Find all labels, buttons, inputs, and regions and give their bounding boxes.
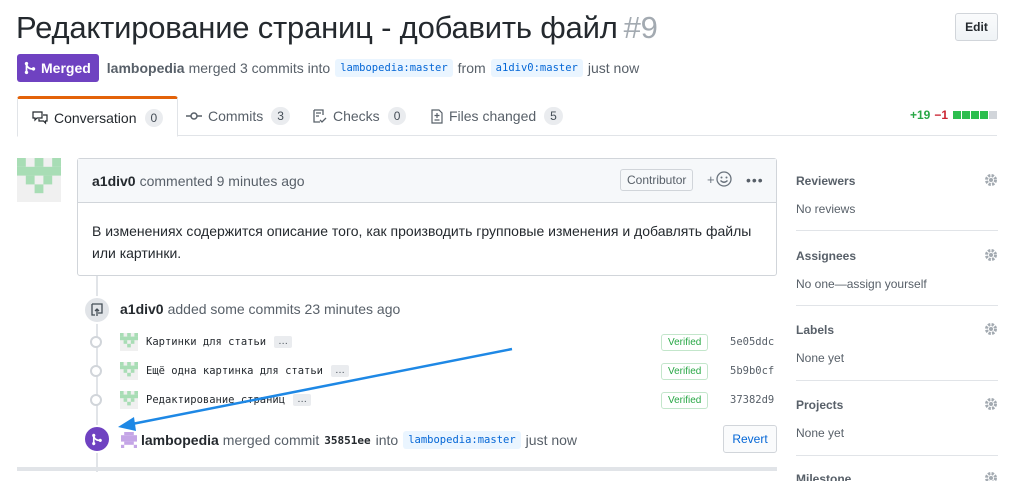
sidebar-value[interactable]: No one—assign yourself	[796, 277, 998, 291]
gear-icon[interactable]	[984, 248, 998, 262]
sidebar-value: None yet	[796, 426, 845, 440]
gear-icon[interactable]	[984, 471, 998, 481]
sidebar-heading[interactable]: Reviewers	[796, 174, 998, 188]
sidebar-milestone: Milestone	[796, 472, 998, 481]
sidebar-heading[interactable]: Milestone	[796, 472, 998, 481]
sidebar-divider	[796, 380, 998, 381]
sidebar-assignees: Assignees No one—assign yourself	[796, 249, 998, 291]
sidebar-projects: Projects None yet	[796, 398, 998, 440]
sidebar-divider	[796, 230, 998, 231]
sidebar-reviewers: Reviewers No reviews	[796, 174, 998, 216]
sidebar-divider	[796, 455, 998, 456]
sidebar-value: No reviews	[796, 202, 856, 216]
sidebar-heading[interactable]: Assignees	[796, 249, 998, 263]
sidebar-value: None yet	[796, 351, 845, 365]
gear-icon[interactable]	[984, 322, 998, 336]
gear-icon[interactable]	[984, 173, 998, 187]
sidebar-labels: Labels None yet	[796, 323, 998, 365]
sidebar-heading[interactable]: Projects	[796, 398, 998, 412]
sidebar-divider	[796, 305, 998, 306]
sidebar-heading[interactable]: Labels	[796, 323, 998, 337]
gear-icon[interactable]	[984, 397, 998, 411]
